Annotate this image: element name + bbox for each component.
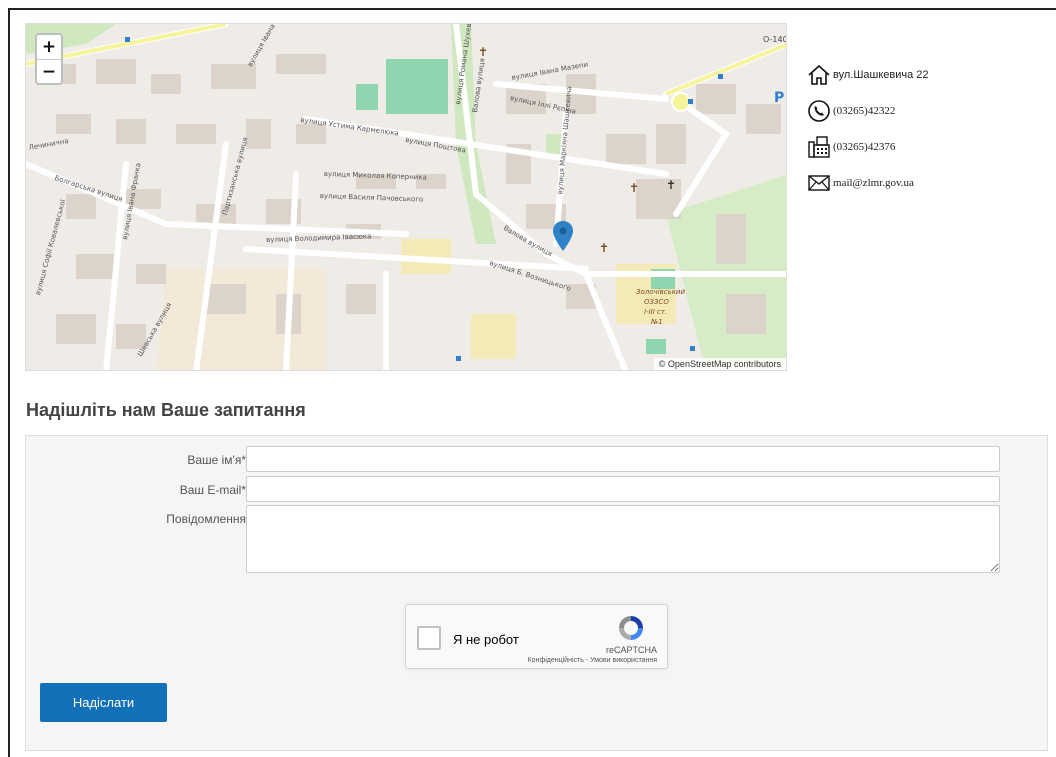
submit-button[interactable]: Надіслати (40, 683, 167, 722)
recaptcha-brand: reCAPTCHA (605, 645, 657, 655)
recaptcha-label: Я не робот (453, 632, 519, 647)
envelope-icon (808, 172, 830, 194)
svg-text:І-ІІІ ст.: І-ІІІ ст. (644, 308, 667, 316)
location-marker-icon[interactable] (553, 221, 573, 256)
name-input[interactable] (246, 446, 1000, 472)
contact-form: Ваше ім'я* Ваш E-mail* Повідомлення Я не… (25, 435, 1048, 751)
svg-text:✝: ✝ (599, 241, 609, 255)
svg-text:✝: ✝ (629, 181, 639, 195)
fax-icon (808, 136, 830, 158)
name-label: Ваше ім'я* (187, 453, 246, 467)
email-label: Ваш E-mail* (179, 483, 246, 497)
email-text[interactable]: mail@zlmr.gov.ua (833, 177, 914, 189)
phone-icon (808, 100, 830, 122)
form-title: Надішліть нам Ваше запитання (26, 400, 306, 420)
address-text: вул.Шашкевича 22 (833, 69, 929, 81)
svg-text:ОЗЗСО: ОЗЗСО (644, 298, 669, 306)
svg-text:№1: №1 (650, 318, 663, 326)
fax-text: (03265)42376 (833, 141, 896, 153)
recaptcha-logo-icon (616, 613, 646, 648)
phone-text: (03265)42322 (833, 105, 896, 117)
recaptcha-checkbox[interactable] (417, 626, 441, 650)
svg-text:✝: ✝ (666, 178, 676, 192)
message-textarea[interactable] (246, 505, 1000, 573)
map[interactable]: ✝ ✝ ✝ ✝ O-140 P Золочівський ОЗЗСО І-ІІІ с… (25, 23, 787, 371)
contact-info: вул.Шашкевича 22 (03265)42322 (03265)423… (808, 64, 1048, 210)
home-icon (808, 64, 830, 86)
contact-address: вул.Шашкевича 22 (808, 64, 1048, 86)
zoom-out-button[interactable]: − (37, 59, 61, 83)
svg-text:O-140: O-140 (763, 35, 787, 44)
contact-phone: (03265)42322 (808, 100, 1048, 122)
svg-text:✝: ✝ (478, 45, 488, 59)
svg-text:Золочівський: Золочівський (636, 288, 685, 296)
svg-text:P: P (774, 90, 784, 106)
contact-email: mail@zlmr.gov.ua (808, 174, 1048, 192)
zoom-control: + − (35, 33, 63, 85)
email-input[interactable] (246, 476, 1000, 502)
map-attribution[interactable]: © OpenStreetMap contributors (653, 358, 786, 370)
recaptcha-widget: Я не робот reCAPTCHA Конфіденційність - … (405, 604, 668, 669)
zoom-in-button[interactable]: + (37, 35, 61, 59)
message-label: Повідомлення (166, 512, 246, 526)
recaptcha-terms-link[interactable]: Конфіденційність - Умови використання (528, 657, 657, 664)
contact-fax: (03265)42376 (808, 136, 1048, 158)
